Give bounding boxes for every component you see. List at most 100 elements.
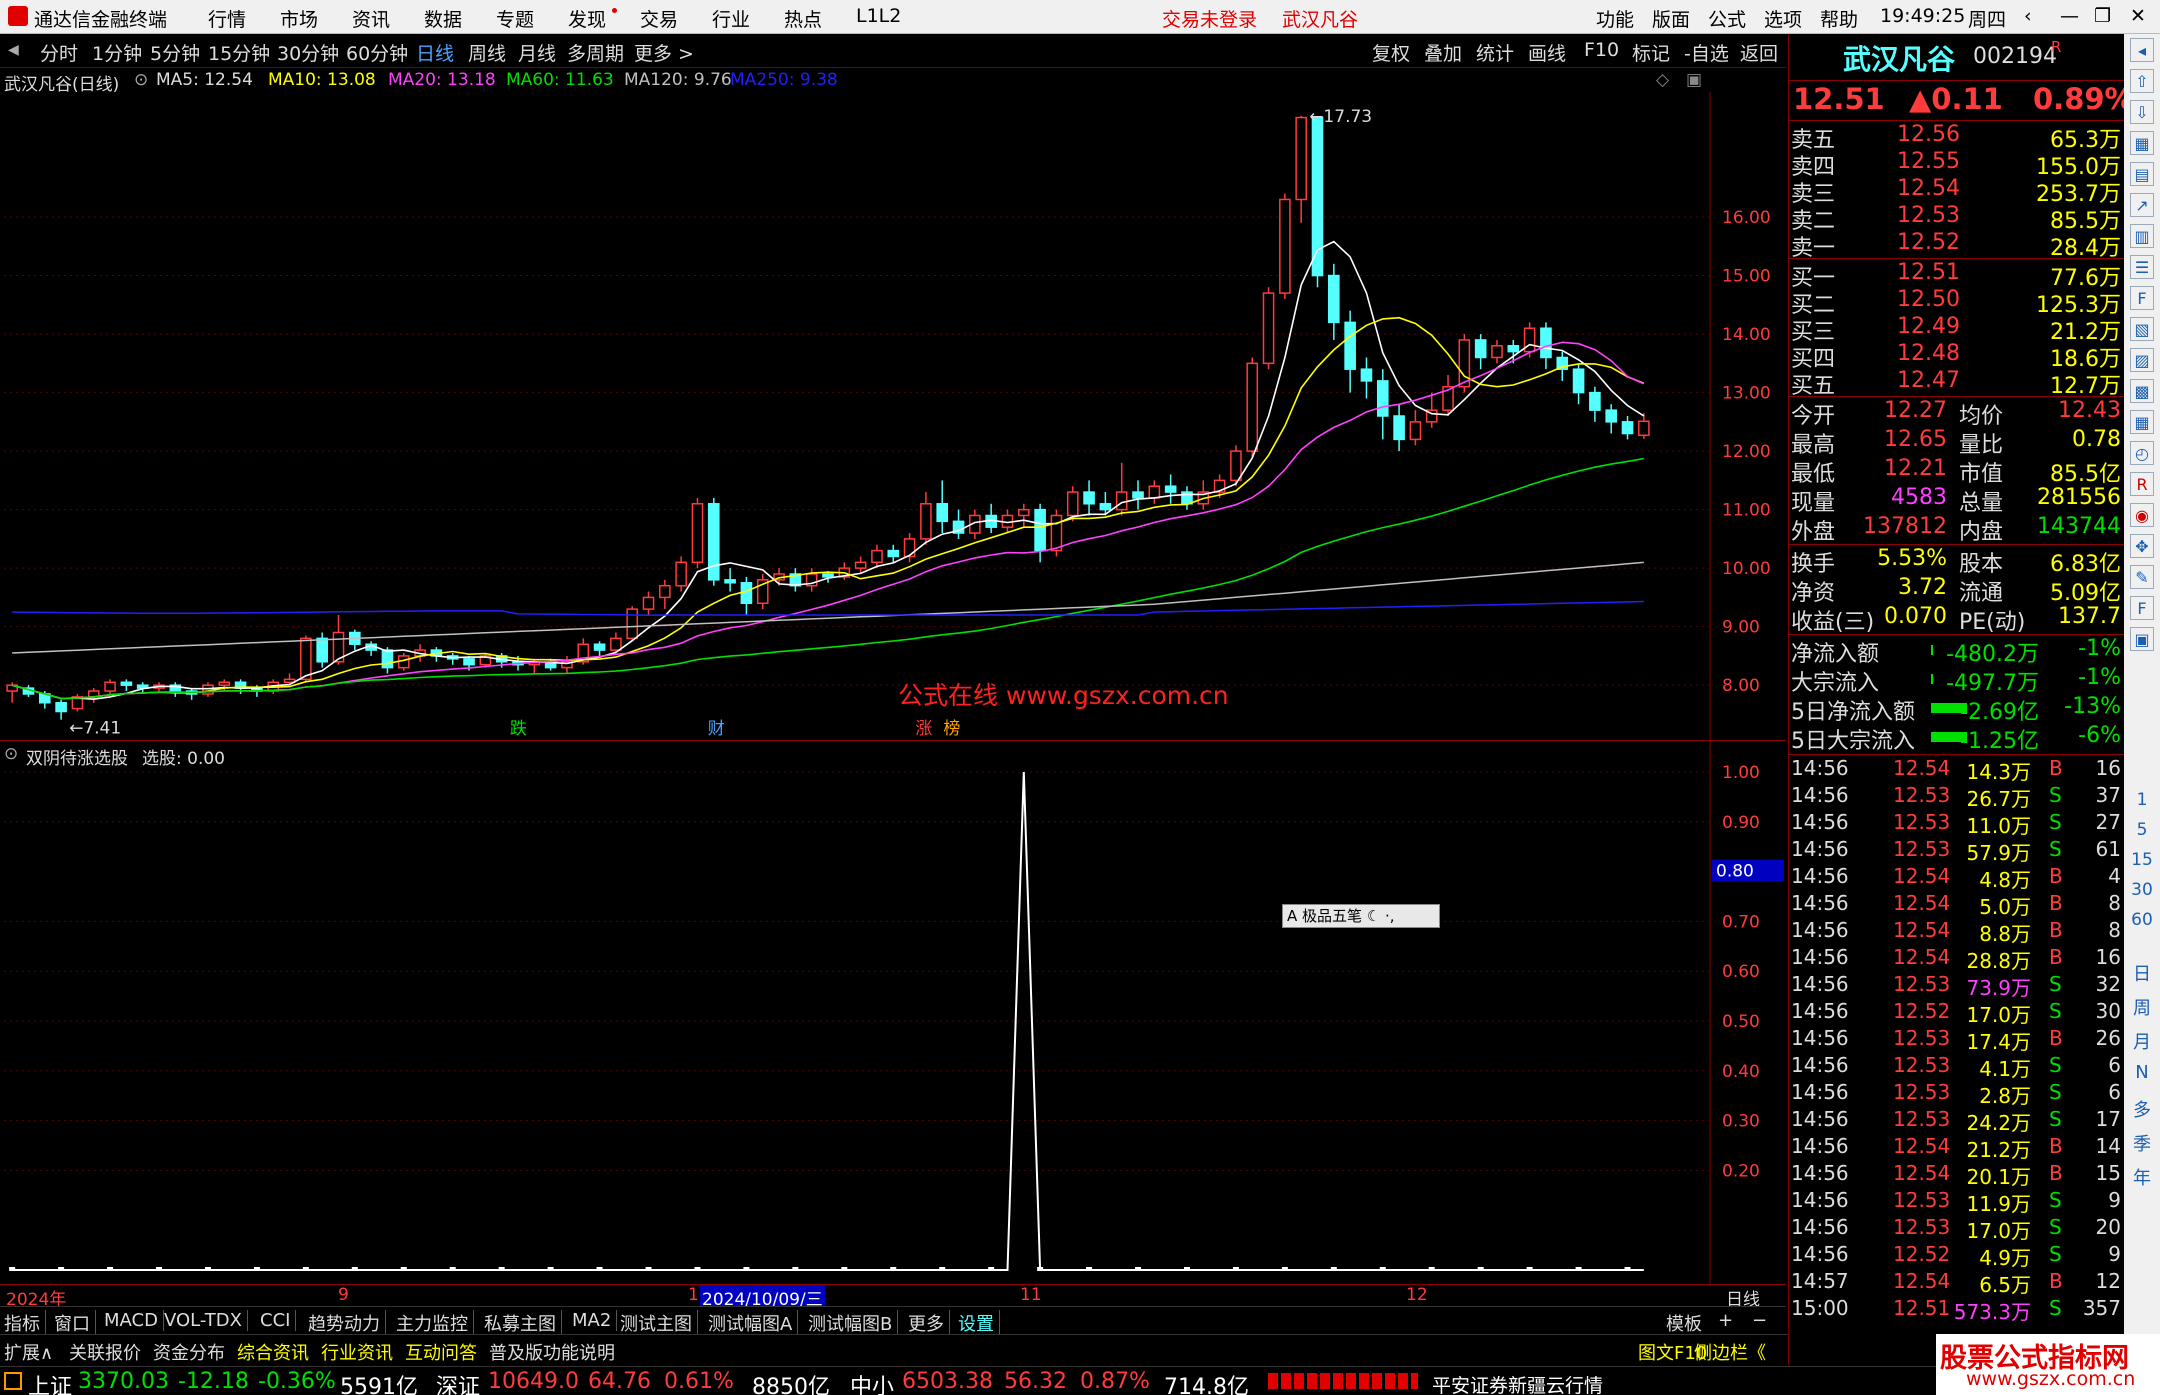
candle-body[interactable]	[1474, 339, 1487, 359]
tab-5[interactable]: 趋势动力	[308, 1310, 386, 1336]
candle-body[interactable]	[1409, 421, 1422, 441]
tick-row[interactable]: 14:56 12.54 21.2万 B 14	[1789, 1134, 2125, 1162]
chart-diamond-icon[interactable]: ◇	[1656, 70, 1669, 90]
f10-icon[interactable]: F	[2130, 286, 2154, 310]
period-fenshi[interactable]: 分时	[40, 39, 78, 66]
tab-12[interactable]: 更多	[908, 1310, 950, 1336]
sz-label[interactable]: 深证	[436, 1369, 480, 1395]
market-toggle-icon[interactable]	[4, 1372, 22, 1390]
menu-redian[interactable]: 热点	[784, 5, 822, 32]
side-tab-1[interactable]: 侧边栏《	[1694, 1339, 1766, 1365]
btn-huaxian[interactable]: 画线	[1528, 39, 1566, 66]
candle-body[interactable]	[1034, 508, 1046, 552]
candle-body[interactable]	[1572, 368, 1585, 394]
candle-body[interactable]	[903, 538, 916, 558]
back-icon[interactable]: ‹	[2024, 5, 2032, 27]
candle-body[interactable]	[1295, 116, 1307, 201]
candle-body[interactable]	[1246, 362, 1259, 452]
period-30min[interactable]: 30分钟	[277, 39, 339, 66]
candle-body[interactable]	[593, 643, 606, 651]
menu-shichang[interactable]: 市场	[280, 5, 318, 32]
min-period-15[interactable]: 15	[2124, 850, 2160, 870]
ime-toolbar[interactable]: A 极品五笔 ☾ ·,	[1282, 904, 1440, 928]
candle-body[interactable]	[871, 549, 883, 564]
menu-zixun[interactable]: 资讯	[352, 5, 390, 32]
btn-biaoji[interactable]: 标记	[1632, 39, 1670, 66]
btn-diejia[interactable]: 叠加	[1424, 39, 1462, 66]
tick-row[interactable]: 14:56 12.53 17.0万 S 20	[1789, 1215, 2125, 1243]
menu-gongneng[interactable]: 功能	[1596, 5, 1634, 32]
menu-hangqing[interactable]: 行情	[208, 5, 246, 32]
side-period-1[interactable]: 周	[2124, 994, 2160, 1020]
btn-fuquan[interactable]: 复权	[1372, 39, 1410, 66]
bid-row[interactable]: 买四 12.48 18.6万	[1789, 341, 2125, 372]
table-icon[interactable]: ▤	[2130, 162, 2154, 186]
tab-7[interactable]: 私募主图	[484, 1310, 562, 1336]
tick-row[interactable]: 14:56 12.53 11.9万 S 9	[1789, 1188, 2125, 1216]
tab-2[interactable]: MACD	[104, 1310, 164, 1331]
kline-icon[interactable]: ▥	[2130, 224, 2154, 248]
info-tab-6[interactable]: 普及版功能说明	[489, 1339, 615, 1365]
info-tab-4[interactable]: 行业资讯	[321, 1339, 393, 1365]
side-period-0[interactable]: 日	[2124, 960, 2160, 986]
candle-body[interactable]	[822, 573, 834, 578]
tab-8[interactable]: MA2	[572, 1310, 618, 1331]
tab-1[interactable]: 窗口	[54, 1310, 96, 1336]
marker-die[interactable]: 跌	[510, 719, 527, 739]
info-tab-1[interactable]: 关联报价	[69, 1339, 141, 1365]
candle-body[interactable]	[1491, 345, 1503, 359]
tick-row[interactable]: 14:56 12.54 20.1万 B 15	[1789, 1161, 2125, 1189]
collapse-icon[interactable]: ◀	[8, 42, 19, 58]
tab-right-0[interactable]: 模板	[1666, 1310, 1702, 1336]
tab-13[interactable]: 设置	[958, 1310, 1000, 1336]
candle-body[interactable]	[1148, 485, 1161, 499]
tick-row[interactable]: 14:56 12.54 14.3万 B 16	[1789, 756, 2125, 784]
side-period-6[interactable]: 年	[2124, 1164, 2160, 1190]
rsi-icon[interactable]: R	[2130, 472, 2154, 496]
tick-row[interactable]: 14:56 12.53 4.1万 S 6	[1789, 1053, 2125, 1081]
bid-row[interactable]: 买一 12.51 77.6万	[1789, 260, 2125, 291]
tab-10[interactable]: 测试幅图A	[708, 1310, 799, 1336]
tab-11[interactable]: 测试幅图B	[808, 1310, 899, 1336]
menu-xuanxiang[interactable]: 选项	[1764, 5, 1802, 32]
candle-body[interactable]	[1393, 415, 1405, 441]
candle-body[interactable]	[1507, 345, 1520, 353]
candle-body[interactable]	[936, 503, 949, 523]
quote-icon[interactable]: ▦	[2130, 131, 2154, 155]
candle-body[interactable]	[1344, 321, 1356, 370]
candle-body[interactable]	[104, 681, 116, 692]
candle-body[interactable]	[120, 681, 133, 686]
tick-row[interactable]: 14:56 12.54 4.8万 B 4	[1789, 864, 2125, 892]
ask-row[interactable]: 卖二 12.53 85.5万	[1789, 203, 2125, 234]
candle-body[interactable]	[1262, 292, 1275, 365]
marker-zhang[interactable]: 涨	[915, 719, 932, 739]
candle-body[interactable]	[1279, 198, 1291, 294]
tick-row[interactable]: 14:56 12.54 5.0万 B 8	[1789, 891, 2125, 919]
chart-icon[interactable]: ▣	[2130, 627, 2154, 651]
tick-row[interactable]: 14:56 12.53 17.4万 B 26	[1789, 1026, 2125, 1054]
tab-0[interactable]: 指标	[4, 1310, 46, 1336]
tab-right-1[interactable]: +	[1718, 1310, 1733, 1331]
tick-row[interactable]: 14:56 12.52 17.0万 S 30	[1789, 999, 2125, 1027]
candle-body[interactable]	[1376, 380, 1389, 417]
tick-row[interactable]: 14:56 12.53 11.0万 S 27	[1789, 810, 2125, 838]
tab-4[interactable]: CCI	[260, 1310, 297, 1331]
marker-cai[interactable]: 财	[708, 719, 725, 739]
zx-label[interactable]: 中小	[850, 1369, 894, 1395]
candle-body[interactable]	[218, 681, 231, 686]
period-1min[interactable]: 1分钟	[92, 39, 142, 66]
tab-6[interactable]: 主力监控	[396, 1310, 474, 1336]
marker-bang[interactable]: 榜	[943, 719, 960, 739]
period-5min[interactable]: 5分钟	[150, 39, 200, 66]
tick-row[interactable]: 15:00 12.51 573.3万 S 357	[1789, 1296, 2125, 1324]
candle-body[interactable]	[1099, 503, 1112, 511]
btn-fanhui[interactable]: 返回	[1740, 39, 1778, 66]
candle-body[interactable]	[1083, 491, 1095, 505]
btn-zixuan[interactable]: -自选	[1684, 39, 1729, 66]
login-status[interactable]: 交易未登录	[1162, 5, 1257, 32]
fs-icon[interactable]: F	[2130, 596, 2154, 620]
tick-row[interactable]: 14:56 12.54 8.8万 B 8	[1789, 918, 2125, 946]
candle-body[interactable]	[1328, 274, 1340, 324]
ime-moon-icon[interactable]: ☾ ·,	[1367, 907, 1395, 925]
candle-body[interactable]	[707, 503, 720, 581]
